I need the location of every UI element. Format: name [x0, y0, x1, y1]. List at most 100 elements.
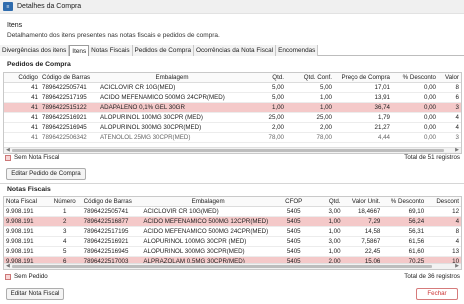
cell-embalagem: ADAPALENO 0,1% GEL 30GR: [100, 104, 185, 111]
legend-swatch: [5, 154, 11, 161]
cell-codigo: 41: [31, 124, 38, 131]
cell-qtd-conf: 78,00: [316, 134, 332, 141]
col-header-qtd-conf[interactable]: Qtd. Conf.: [286, 73, 334, 82]
tab-itens[interactable]: Itens: [69, 45, 90, 56]
col-header-qtd[interactable]: Qtd.: [313, 197, 343, 206]
col-header-cfop[interactable]: CFOP: [275, 197, 313, 206]
notas-total-count: Total de 36 registros: [404, 273, 460, 280]
cell-preco: 4,44: [377, 134, 390, 141]
cell-desconto: 0,00: [423, 114, 436, 121]
cell-embalagem: ACIDO MEFENAMICO 500MG 12CPR(MED): [143, 218, 269, 225]
col-header-codigo[interactable]: Código: [4, 73, 40, 82]
notas-legend-label: Sem Pedido: [14, 273, 48, 280]
app-icon: ≡: [3, 2, 13, 11]
cell-numero: 3: [63, 228, 67, 235]
cell-embalagem: ALOPURINOL 300MG 30CPR(MED): [100, 124, 202, 131]
col-header-desconto[interactable]: % Desconto: [392, 73, 438, 82]
cell-codigo-barras: 7896422516921: [83, 238, 129, 245]
col-header-codigo-barras[interactable]: Código de Barras: [40, 73, 98, 82]
cell-qtd: 78,00: [268, 134, 284, 141]
col-header-valor-unit[interactable]: Valor Unit.: [343, 197, 383, 206]
col-header-embalagem[interactable]: Embalagem: [141, 197, 274, 206]
col-header-nota-fiscal[interactable]: Nota Fiscal: [4, 197, 48, 206]
tab-ocorrencias[interactable]: Ocorrências da Nota Fiscal: [194, 45, 277, 56]
pedidos-grid[interactable]: Código Código de Barras Embalagem Qtd. Q…: [3, 72, 462, 154]
cell-codigo: 41: [31, 104, 38, 111]
cell-embalagem: ALOPURINOL 100MG 30CPR (MED): [100, 114, 203, 121]
cell-qtd: 3,00: [328, 238, 341, 245]
cell-valor-unit: 7,29: [368, 218, 381, 225]
notas-grid[interactable]: Nota Fiscal Número Código de Barras Emba…: [3, 196, 462, 270]
col-header-descont[interactable]: Descont: [426, 197, 461, 206]
notas-legend-row: Sem Pedido Total de 36 registros: [3, 272, 462, 281]
table-row[interactable]: 41 7896422505741 ACICLOVIR CR 10G(MED) 5…: [4, 83, 461, 93]
table-row[interactable]: 41 7896422506342 ATENOLOL 25MG 30CPR(MED…: [4, 133, 461, 143]
col-header-numero[interactable]: Número: [48, 197, 82, 206]
cell-qtd-conf: 5,00: [319, 84, 332, 91]
cell-codigo: 41: [31, 134, 38, 141]
table-row[interactable]: 9.908.191 5 7896422516945 ALOPURINOL 300…: [4, 247, 461, 257]
cell-nota-fiscal: 9.908.191: [6, 218, 34, 225]
cell-codigo: 41: [31, 114, 38, 121]
cell-codigo: 41: [31, 94, 38, 101]
cell-cfop: 5405: [286, 248, 301, 255]
cell-descont: 4: [455, 238, 460, 245]
col-header-desconto[interactable]: % Desconto: [382, 197, 426, 206]
cell-qtd-conf: 1,00: [319, 94, 332, 101]
cell-codigo-barras: 7896422505741: [42, 84, 87, 91]
cell-codigo-barras: 7896422516945: [42, 124, 87, 131]
table-row-highlighted[interactable]: 9.908.191 2 7896422516877 ACIDO MEFENAMI…: [4, 217, 461, 227]
col-header-embalagem[interactable]: Embalagem: [98, 73, 246, 82]
edit-nota-fiscal-button[interactable]: Editar Nota Fiscal: [6, 288, 64, 300]
cell-numero: 5: [63, 248, 67, 255]
cell-embalagem: ACIDO MEFENAMICO 500MG 24CPR(MED): [100, 94, 225, 101]
cell-valor-unit: 22,45: [364, 248, 381, 255]
cell-qtd: 5,00: [271, 94, 284, 101]
cell-codigo-barras: 7896422505741: [83, 208, 129, 215]
col-header-qtd[interactable]: Qtd.: [246, 73, 286, 82]
table-row[interactable]: 9.908.191 3 7896422517195 ACIDO MEFENAMI…: [4, 227, 461, 237]
cell-desconto: 0,00: [423, 124, 436, 131]
scrollbar-thumb[interactable]: [12, 149, 444, 152]
col-header-preco[interactable]: Preço de Compra: [334, 73, 392, 82]
page-title: Itens: [7, 22, 23, 29]
cell-codigo-barras: 7896422506342: [42, 134, 87, 141]
edit-pedido-button[interactable]: Editar Pedido de Compra: [6, 168, 86, 180]
cell-nota-fiscal: 9.908.191: [6, 228, 34, 235]
table-row[interactable]: 41 7896422516945 ALOPURINOL 300MG 30CPR(…: [4, 123, 461, 133]
cell-qtd-conf: 25,00: [316, 114, 332, 121]
tab-encomendas[interactable]: Encomendas: [276, 45, 319, 56]
table-row-highlighted[interactable]: 41 7896422515122 ADAPALENO 0,1% GEL 30GR…: [4, 103, 461, 113]
table-row[interactable]: 41 7896422517195 ACIDO MEFENAMICO 500MG …: [4, 93, 461, 103]
cell-cfop: 5405: [286, 228, 301, 235]
cell-valor-unit: 14,58: [364, 228, 381, 235]
cell-desconto: 56,31: [408, 228, 425, 235]
notas-horizontal-scrollbar[interactable]: ◀ ▶: [4, 263, 461, 269]
tab-divergencias[interactable]: Divergências dos itens: [0, 45, 70, 56]
tab-pedidos-de-compra[interactable]: Pedidos de Compra: [132, 45, 194, 56]
table-row[interactable]: 9.908.191 1 7896422505741 ACICLOVIR CR 1…: [4, 207, 461, 217]
cell-descont: 13: [452, 248, 460, 255]
legend-swatch: [5, 273, 11, 280]
tab-notas-fiscais[interactable]: Notas Fiscais: [89, 45, 133, 56]
col-header-valor[interactable]: Valor: [438, 73, 461, 82]
table-row[interactable]: 9.908.191 4 7896422516921 ALOPURINOL 100…: [4, 237, 461, 247]
cell-numero: 1: [63, 208, 67, 215]
cell-desconto: 0,00: [423, 94, 436, 101]
col-header-codigo-barras[interactable]: Código de Barras: [82, 197, 142, 206]
scroll-left-icon[interactable]: ◀: [6, 263, 10, 269]
close-button[interactable]: Fechar: [416, 288, 458, 300]
scrollbar-thumb[interactable]: [12, 265, 432, 268]
table-row[interactable]: 41 7896422516921 ALOPURINOL 100MG 30CPR …: [4, 113, 461, 123]
cell-codigo: 41: [31, 84, 38, 91]
cell-desconto: 0,00: [423, 134, 436, 141]
page-subtitle: Detalhamento dos itens presentes nas not…: [7, 32, 220, 39]
cell-qtd: 1,00: [328, 218, 341, 225]
cell-preco: 13,91: [374, 94, 390, 101]
tab-bar: Divergências dos itens Itens Notas Fisca…: [0, 45, 464, 56]
scroll-right-icon[interactable]: ▶: [455, 263, 459, 269]
cell-valor: 6: [455, 94, 459, 101]
pedidos-legend-label: Sem Nota Fiscal: [14, 154, 60, 161]
cell-cfop: 5405: [286, 208, 301, 215]
cell-codigo-barras: 7896422517195: [83, 228, 129, 235]
